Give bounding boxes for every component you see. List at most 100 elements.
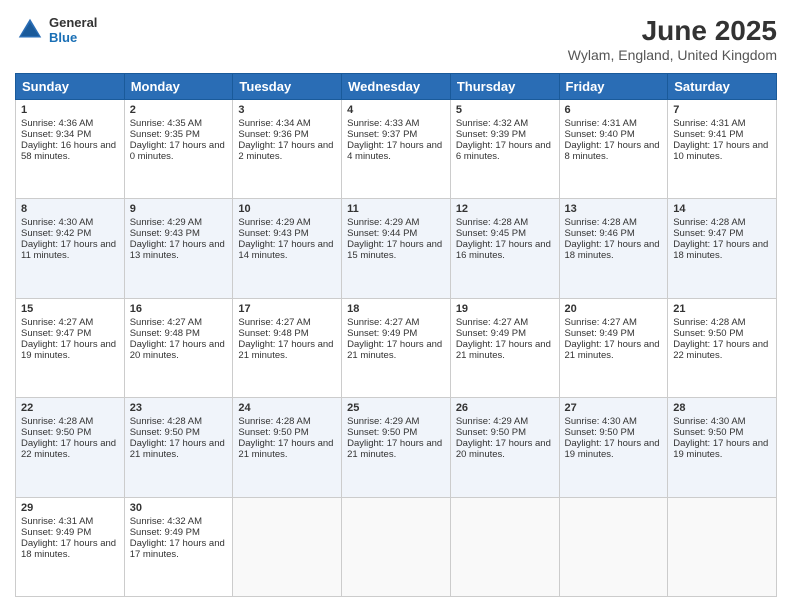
sunrise-label: Sunrise: 4:28 AM [673,217,745,228]
sunset-label: Sunset: 9:37 PM [347,129,417,140]
sunrise-label: Sunrise: 4:35 AM [130,118,202,129]
sunset-label: Sunset: 9:39 PM [456,129,526,140]
sunrise-label: Sunrise: 4:29 AM [347,416,419,427]
day-number: 24 [238,402,336,414]
sunrise-label: Sunrise: 4:31 AM [673,118,745,129]
sunset-label: Sunset: 9:47 PM [21,328,91,339]
sunrise-label: Sunrise: 4:29 AM [130,217,202,228]
sunset-label: Sunset: 9:49 PM [456,328,526,339]
daylight-label: Daylight: 17 hours and 13 minutes. [130,239,225,261]
day-number: 22 [21,402,119,414]
sunrise-label: Sunrise: 4:31 AM [565,118,637,129]
daylight-label: Daylight: 17 hours and 2 minutes. [238,140,333,162]
daylight-label: Daylight: 17 hours and 15 minutes. [347,239,442,261]
sunrise-label: Sunrise: 4:29 AM [456,416,528,427]
sunrise-label: Sunrise: 4:27 AM [565,317,637,328]
calendar-cell [233,497,342,596]
sunset-label: Sunset: 9:36 PM [238,129,308,140]
daylight-label: Daylight: 17 hours and 6 minutes. [456,140,551,162]
calendar-cell: 22Sunrise: 4:28 AMSunset: 9:50 PMDayligh… [16,398,125,497]
sunset-label: Sunset: 9:50 PM [21,427,91,438]
calendar-cell: 15Sunrise: 4:27 AMSunset: 9:47 PMDayligh… [16,298,125,397]
subtitle: Wylam, England, United Kingdom [568,47,777,63]
sunrise-label: Sunrise: 4:32 AM [456,118,528,129]
daylight-label: Daylight: 17 hours and 21 minutes. [238,339,333,361]
calendar-week-3: 15 Sunrise: 4:27 AM Sunset: 9:47 PM Dayligh… [16,298,777,397]
day-number: 10 [238,203,336,215]
daylight-label: Daylight: 17 hours and 17 minutes. [130,538,225,560]
calendar-cell: 4Sunrise: 4:33 AMSunset: 9:37 PMDaylight… [342,100,451,199]
sunrise-label: Sunrise: 4:28 AM [238,416,310,427]
day-number: 15 [21,303,119,315]
sunset-label: Sunset: 9:50 PM [673,328,743,339]
sunset-label: Sunset: 9:48 PM [238,328,308,339]
calendar-cell: 18Sunrise: 4:27 AMSunset: 9:49 PMDayligh… [342,298,451,397]
day-number: 1 [21,104,119,116]
sunset-label: Sunset: 9:50 PM [456,427,526,438]
day-number: 28 [673,402,771,414]
daylight-label: Daylight: 17 hours and 21 minutes. [456,339,551,361]
logo: General Blue [15,15,97,45]
daylight-label: Daylight: 17 hours and 21 minutes. [565,339,660,361]
sunrise-label: Sunrise: 4:34 AM [238,118,310,129]
calendar-cell [342,497,451,596]
daylight-label: Daylight: 17 hours and 19 minutes. [565,438,660,460]
daylight-label: Daylight: 17 hours and 21 minutes. [130,438,225,460]
sunset-label: Sunset: 9:35 PM [130,129,200,140]
daylight-label: Daylight: 17 hours and 18 minutes. [565,239,660,261]
day-number: 7 [673,104,771,116]
sunset-label: Sunset: 9:50 PM [347,427,417,438]
sunset-label: Sunset: 9:49 PM [21,527,91,538]
calendar-cell: 12Sunrise: 4:28 AMSunset: 9:45 PMDayligh… [450,199,559,298]
calendar-cell [559,497,668,596]
logo-blue: Blue [49,30,97,45]
day-number: 2 [130,104,228,116]
daylight-label: Daylight: 17 hours and 16 minutes. [456,239,551,261]
sunset-label: Sunset: 9:34 PM [21,129,91,140]
sunrise-label: Sunrise: 4:28 AM [130,416,202,427]
daylight-label: Daylight: 17 hours and 21 minutes. [238,438,333,460]
day-header-saturday: Saturday [668,74,777,100]
daylight-label: Daylight: 17 hours and 22 minutes. [673,339,768,361]
title-block: June 2025 Wylam, England, United Kingdom [568,15,777,63]
calendar-cell: 8Sunrise: 4:30 AMSunset: 9:42 PMDaylight… [16,199,125,298]
daylight-label: Daylight: 17 hours and 18 minutes. [673,239,768,261]
sunset-label: Sunset: 9:48 PM [130,328,200,339]
sunrise-label: Sunrise: 4:33 AM [347,118,419,129]
day-number: 16 [130,303,228,315]
day-number: 17 [238,303,336,315]
daylight-label: Daylight: 17 hours and 21 minutes. [347,438,442,460]
calendar-cell: 13Sunrise: 4:28 AMSunset: 9:46 PMDayligh… [559,199,668,298]
sunset-label: Sunset: 9:49 PM [130,527,200,538]
main-title: June 2025 [568,15,777,47]
calendar-cell: 25Sunrise: 4:29 AMSunset: 9:50 PMDayligh… [342,398,451,497]
sunset-label: Sunset: 9:43 PM [238,228,308,239]
calendar-cell: 3Sunrise: 4:34 AMSunset: 9:36 PMDaylight… [233,100,342,199]
daylight-label: Daylight: 17 hours and 10 minutes. [673,140,768,162]
daylight-label: Daylight: 17 hours and 11 minutes. [21,239,116,261]
calendar-cell: 26Sunrise: 4:29 AMSunset: 9:50 PMDayligh… [450,398,559,497]
calendar-cell: 27Sunrise: 4:30 AMSunset: 9:50 PMDayligh… [559,398,668,497]
sunrise-label: Sunrise: 4:27 AM [347,317,419,328]
sunrise-label: Sunrise: 4:32 AM [130,516,202,527]
sunrise-label: Sunrise: 4:27 AM [238,317,310,328]
day-number: 13 [565,203,663,215]
sunrise-label: Sunrise: 4:28 AM [456,217,528,228]
sunset-label: Sunset: 9:43 PM [130,228,200,239]
calendar-cell: 20Sunrise: 4:27 AMSunset: 9:49 PMDayligh… [559,298,668,397]
calendar-table: SundayMondayTuesdayWednesdayThursdayFrid… [15,73,777,597]
sunset-label: Sunset: 9:50 PM [673,427,743,438]
calendar-cell: 11Sunrise: 4:29 AMSunset: 9:44 PMDayligh… [342,199,451,298]
day-number: 9 [130,203,228,215]
sunset-label: Sunset: 9:47 PM [673,228,743,239]
calendar-cell: 2Sunrise: 4:35 AMSunset: 9:35 PMDaylight… [124,100,233,199]
calendar-cell: 5Sunrise: 4:32 AMSunset: 9:39 PMDaylight… [450,100,559,199]
daylight-label: Daylight: 17 hours and 21 minutes. [347,339,442,361]
daylight-label: Daylight: 17 hours and 14 minutes. [238,239,333,261]
sunset-label: Sunset: 9:44 PM [347,228,417,239]
sunset-label: Sunset: 9:49 PM [347,328,417,339]
logo-general: General [49,15,97,30]
calendar-week-2: 8Sunrise: 4:30 AMSunset: 9:42 PMDaylight… [16,199,777,298]
day-number: 29 [21,502,119,514]
sunset-label: Sunset: 9:50 PM [238,427,308,438]
